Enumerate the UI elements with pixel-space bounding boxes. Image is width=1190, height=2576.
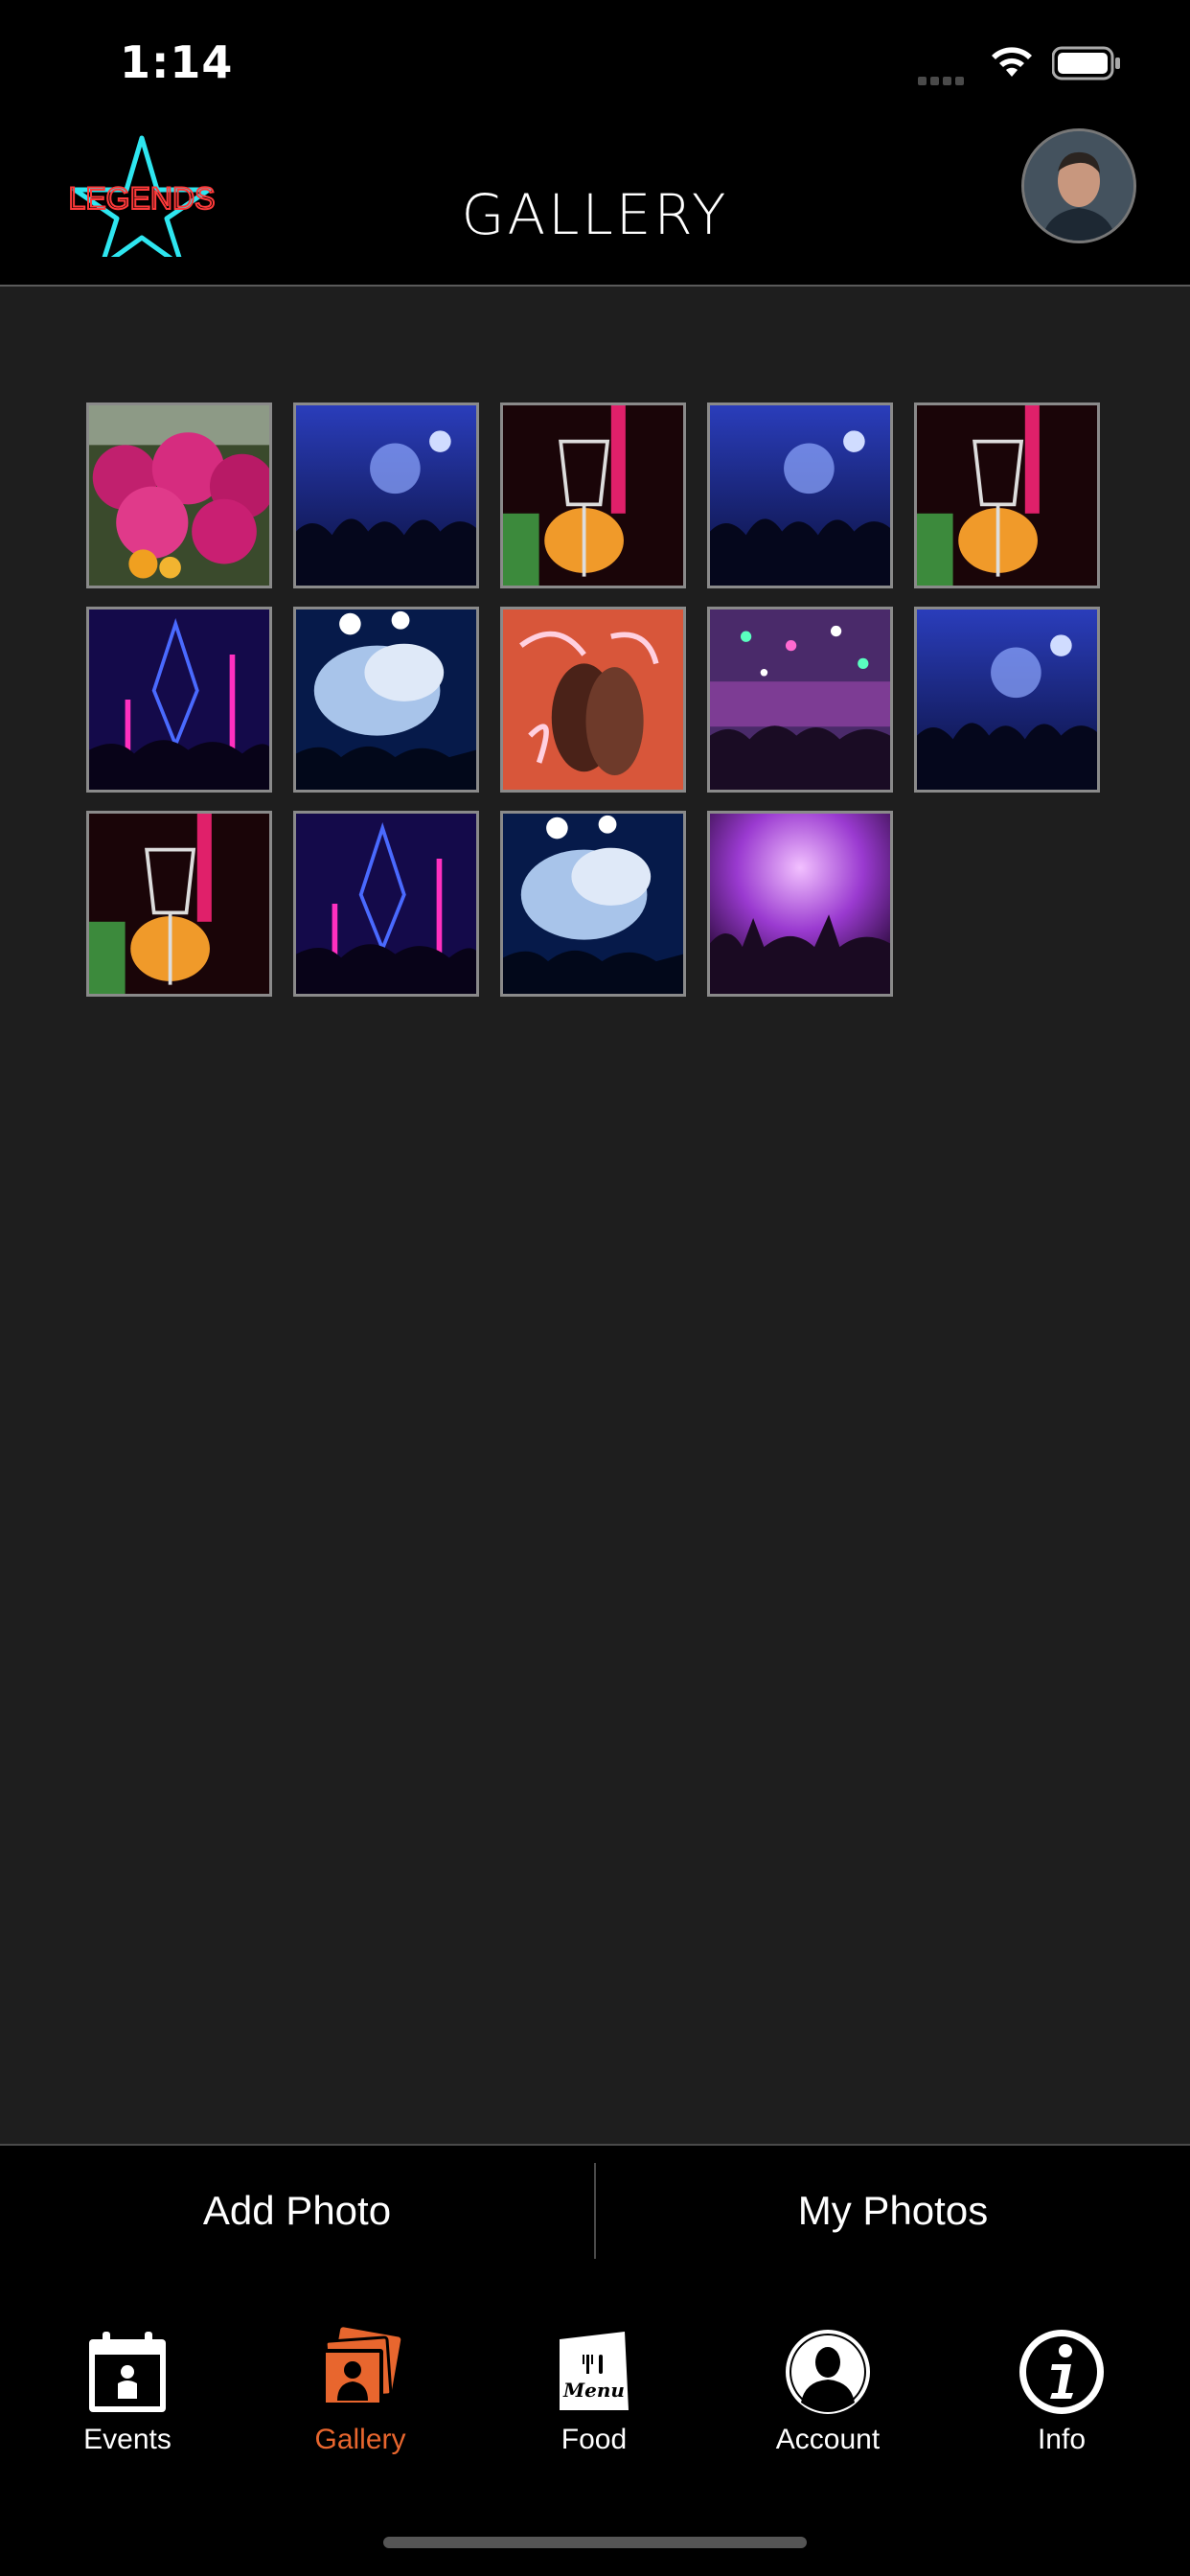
photo-thumbnail[interactable] (707, 607, 893, 793)
photo-thumbnail[interactable] (293, 402, 479, 588)
cellular-signal-icon (918, 71, 968, 89)
wifi-icon (992, 47, 1032, 77)
user-avatar[interactable] (1021, 128, 1136, 243)
photo-thumbnail[interactable] (500, 607, 686, 793)
app-header: LEGENDS GALLERY (0, 115, 1190, 287)
photo-thumbnail[interactable] (86, 811, 272, 997)
account-icon (786, 2330, 870, 2414)
tab-account[interactable]: Account (732, 2326, 924, 2456)
photo-thumbnail[interactable] (707, 402, 893, 588)
photo-thumbnail[interactable] (914, 607, 1100, 793)
add-photo-button[interactable]: Add Photo (0, 2146, 594, 2276)
status-time: 1:14 (120, 36, 234, 88)
photo-thumbnail[interactable] (293, 811, 479, 997)
photo-thumbnail[interactable] (707, 811, 893, 997)
tab-label: Account (775, 2424, 881, 2455)
my-photos-button[interactable]: My Photos (596, 2146, 1190, 2276)
photos-icon (322, 2327, 401, 2406)
tab-label: Info (1037, 2424, 1087, 2455)
info-icon (1019, 2330, 1104, 2414)
tab-info[interactable]: Info (966, 2326, 1157, 2456)
status-bar: 1:14 (0, 0, 1190, 115)
page-title: GALLERY (461, 182, 729, 247)
tab-bar: Events Gallery Menu Food Account Info (0, 2276, 1190, 2576)
photo-thumbnail[interactable] (500, 402, 686, 588)
photo-thumbnail[interactable] (86, 607, 272, 793)
photo-thumbnail[interactable] (500, 811, 686, 997)
battery-icon (1052, 46, 1120, 80)
photo-thumbnail[interactable] (293, 607, 479, 793)
tab-food[interactable]: Menu Food (498, 2326, 690, 2456)
photo-thumbnail[interactable] (914, 402, 1100, 588)
svg-text:Menu: Menu (562, 2379, 625, 2402)
photo-thumbnail[interactable] (86, 402, 272, 588)
tab-gallery[interactable]: Gallery (264, 2326, 456, 2456)
tab-events[interactable]: Events (32, 2326, 223, 2456)
home-indicator[interactable] (383, 2537, 807, 2548)
calendar-icon (89, 2332, 166, 2412)
tab-label: Events (83, 2424, 172, 2455)
action-bar: Add Photo My Photos (0, 2144, 1190, 2278)
tab-label: Food (561, 2424, 628, 2455)
tab-label: Gallery (314, 2424, 406, 2455)
menu-icon: Menu (560, 2332, 629, 2410)
